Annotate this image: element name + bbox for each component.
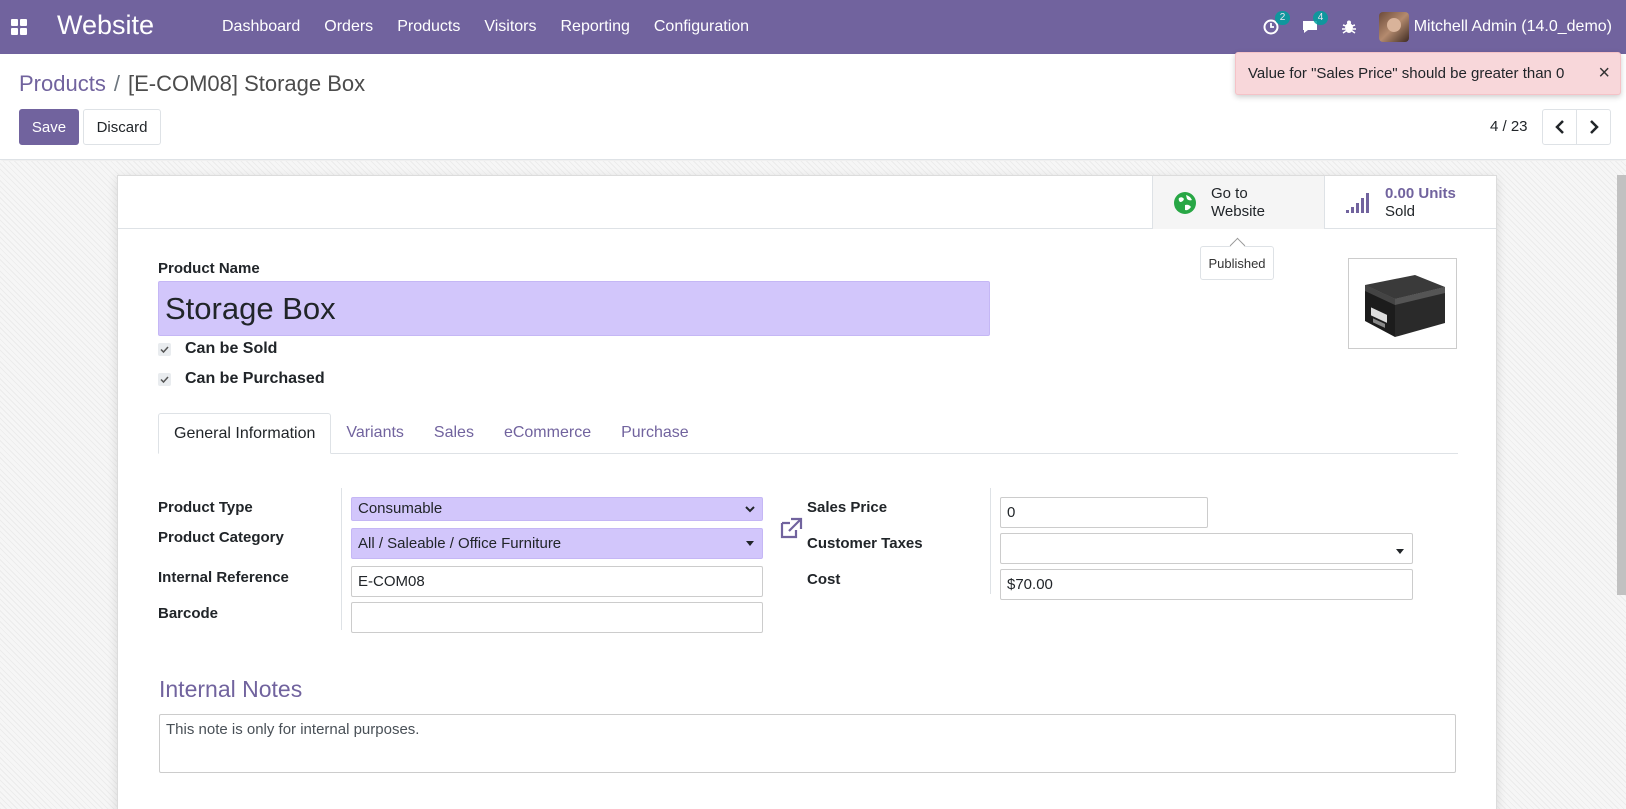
storage-box-image	[1364, 274, 1445, 337]
caret-down-icon	[744, 529, 756, 569]
go-to-website-button[interactable]: Go to Website	[1152, 176, 1324, 229]
pager-next-button[interactable]	[1576, 109, 1611, 145]
breadcrumb-products[interactable]: Products	[19, 71, 106, 97]
caret-down-icon	[1394, 534, 1406, 573]
form-view: Go to Website 0.00 Units Sold Published	[0, 161, 1626, 809]
barcode-label: Barcode	[158, 605, 219, 622]
breadcrumb: Products / [E-COM08] Storage Box	[19, 71, 365, 97]
scrollbar-thumb[interactable]	[1617, 175, 1626, 595]
published-tooltip: Published	[1200, 246, 1274, 280]
right-group-divider	[990, 488, 991, 594]
customer-taxes-select[interactable]	[1000, 533, 1413, 564]
website-line2: Website	[1211, 202, 1265, 220]
smart-button-box: Go to Website 0.00 Units Sold	[118, 176, 1496, 229]
product-category-value: All / Saleable / Office Furniture	[358, 535, 562, 552]
can-be-sold-checkbox[interactable]	[158, 342, 171, 356]
breadcrumb-current: [E-COM08] Storage Box	[127, 71, 366, 96]
sales-price-input[interactable]: 0	[1000, 497, 1208, 528]
menu-configuration[interactable]: Configuration	[642, 0, 761, 54]
tab-ecommerce[interactable]: eCommerce	[489, 413, 606, 453]
sold-button-text: 0.00 Units Sold	[1385, 185, 1456, 221]
notification-message: Value for "Sales Price" should be greate…	[1248, 65, 1565, 82]
product-name-input[interactable]: Storage Box	[158, 281, 990, 336]
can-be-purchased-checkbox[interactable]	[158, 372, 171, 386]
menu-reporting[interactable]: Reporting	[549, 0, 642, 54]
menu-products[interactable]: Products	[385, 0, 472, 54]
chevron-down-icon	[744, 498, 756, 527]
save-button[interactable]: Save	[19, 109, 79, 145]
product-type-label: Product Type	[158, 499, 253, 516]
internal-reference-label: Internal Reference	[158, 569, 289, 586]
can-be-sold-checkbox-row[interactable]: Can be Sold	[158, 340, 277, 358]
apps-menu-icon[interactable]	[11, 19, 27, 35]
form-sheet: Go to Website 0.00 Units Sold Published	[117, 175, 1497, 809]
bug-icon	[1341, 20, 1356, 34]
product-type-select[interactable]: Consumable	[351, 497, 763, 521]
left-group-divider	[341, 488, 342, 630]
user-menu[interactable]: Mitchell Admin (14.0_demo)	[1378, 12, 1612, 42]
website-button-text: Go to Website	[1211, 185, 1265, 221]
website-line1: Go to	[1211, 184, 1248, 202]
cost-input[interactable]: $70.00	[1000, 569, 1413, 600]
user-avatar	[1378, 12, 1409, 42]
globe-icon	[1174, 191, 1196, 214]
sales-price-label: Sales Price	[807, 499, 888, 516]
customer-taxes-label: Customer Taxes	[807, 535, 923, 552]
messages-menu[interactable]: 4	[1301, 11, 1329, 35]
breadcrumb-separator: /	[113, 71, 120, 96]
tab-general-information[interactable]: General Information	[158, 413, 332, 454]
notification-close-icon[interactable]: ×	[1598, 62, 1610, 85]
product-type-value: Consumable	[358, 500, 443, 517]
sold-label: Sold	[1385, 202, 1416, 220]
pager-previous-button[interactable]	[1542, 109, 1577, 145]
systray: 2 4 Mitchell Admin (14.0_demo)	[1263, 0, 1626, 54]
can-be-purchased-checkbox-row[interactable]: Can be Purchased	[158, 370, 325, 388]
can-be-purchased-label: Can be Purchased	[185, 370, 325, 387]
signal-bars-icon	[1346, 192, 1369, 213]
top-navbar: Website Dashboard Orders Products Visito…	[0, 0, 1626, 54]
tab-variants[interactable]: Variants	[331, 413, 419, 453]
menu-dashboard[interactable]: Dashboard	[210, 0, 312, 54]
product-category-select[interactable]: All / Saleable / Office Furniture	[351, 528, 763, 559]
chevron-right-icon	[1589, 120, 1599, 134]
external-link-icon[interactable]	[779, 517, 803, 543]
internal-reference-input[interactable]: E-COM08	[351, 566, 763, 597]
checkmark-icon	[160, 375, 169, 383]
menu-orders[interactable]: Orders	[312, 0, 385, 54]
product-category-label: Product Category	[158, 529, 284, 546]
activity-menu[interactable]: 2	[1263, 11, 1291, 35]
messages-badge: 4	[1312, 11, 1329, 25]
product-image[interactable]	[1348, 258, 1457, 349]
internal-notes-title: Internal Notes	[159, 676, 303, 702]
barcode-input[interactable]	[351, 602, 763, 633]
pager-value[interactable]: 4 / 23	[1490, 118, 1528, 135]
tab-purchase[interactable]: Purchase	[606, 413, 704, 453]
can-be-sold-label: Can be Sold	[185, 340, 278, 357]
activity-badge: 2	[1274, 11, 1291, 25]
product-name-label: Product Name	[158, 260, 260, 277]
tab-sales[interactable]: Sales	[419, 413, 489, 453]
units-sold-button[interactable]: 0.00 Units Sold	[1324, 176, 1496, 229]
chevron-left-icon	[1554, 120, 1564, 134]
cost-label: Cost	[807, 571, 841, 588]
sold-value: 0.00 Units	[1385, 184, 1456, 202]
internal-notes-textarea[interactable]: This note is only for internal purposes.	[159, 714, 1456, 773]
debug-menu[interactable]	[1341, 19, 1357, 35]
discard-button[interactable]: Discard	[83, 109, 161, 145]
notebook-tabs: General Information Variants Sales eComm…	[158, 413, 1458, 454]
checkmark-icon	[160, 345, 169, 353]
main-menu: Dashboard Orders Products Visitors Repor…	[210, 0, 761, 54]
app-brand[interactable]: Website	[57, 10, 154, 41]
error-notification: Value for "Sales Price" should be greate…	[1235, 52, 1621, 95]
menu-visitors[interactable]: Visitors	[472, 0, 548, 54]
user-name: Mitchell Admin (14.0_demo)	[1413, 18, 1612, 35]
